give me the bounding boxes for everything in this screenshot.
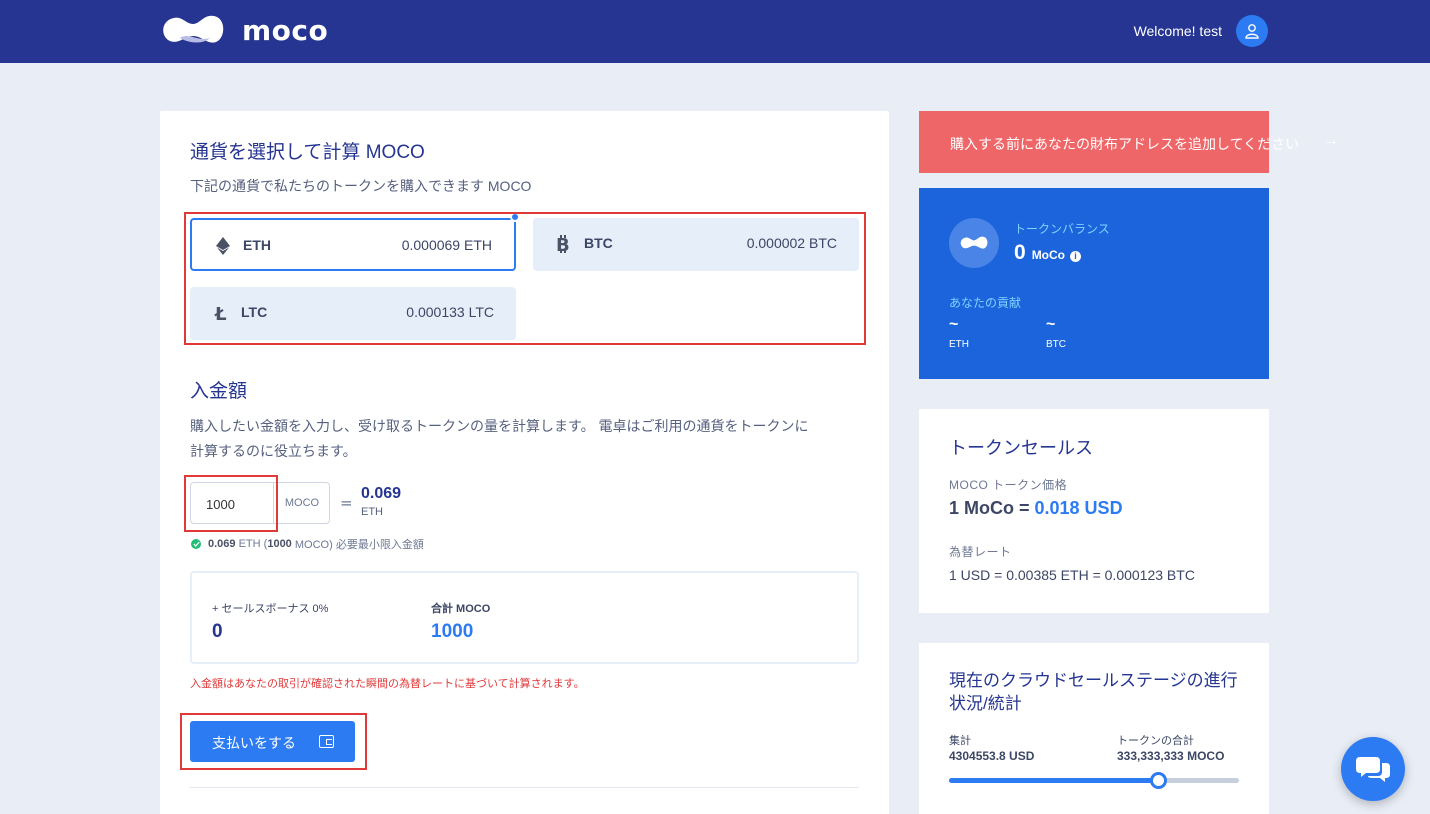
contribution-eth-currency: ETH xyxy=(949,339,969,350)
rate-notice: 入金額はあなたの取引が確認された瞬間の為替レートに基づいて計算されます。 xyxy=(190,678,585,690)
minimum-deposit-note: 0.069 ETH (1000 MOCO) 必要最小限入金額 xyxy=(191,536,424,552)
sale-title: トークンセールス xyxy=(949,438,1093,458)
divider xyxy=(190,787,859,788)
equals-sign: = xyxy=(340,494,353,512)
contribution-eth-value: ~ xyxy=(949,316,959,333)
min-suffix: MOCO) 必要最小限入金額 xyxy=(294,539,424,551)
brand-logo[interactable]: moco xyxy=(160,12,328,48)
balance-amount: 0 MoCo i xyxy=(1014,241,1082,265)
progress-knob[interactable] xyxy=(1149,772,1167,789)
user-icon xyxy=(1245,24,1259,39)
top-navbar: moco Welcome! test xyxy=(0,0,1430,63)
balance-label: トークンバランス xyxy=(1014,222,1110,236)
raised-value: 4304553.8 USD xyxy=(949,749,1035,763)
moco-logo-icon xyxy=(949,218,999,268)
balance-value: 0 xyxy=(1014,241,1026,264)
total-label: 合計 MOCO xyxy=(431,603,491,615)
contribution-btc-currency: BTC xyxy=(1046,339,1066,350)
progress-track xyxy=(949,772,1239,789)
token-price: 1 MoCo = 0.018 USD xyxy=(949,498,1123,519)
balance-unit: MoCo xyxy=(1031,248,1066,262)
token-balance-card: トークンバランス 0 MoCo i あなたの貢献 ~ ETH ~ BTC xyxy=(919,188,1269,379)
stage-title: 現在のクラウドセールステージの進行状況/統計 xyxy=(949,671,1238,713)
currency-section-subtitle: 下記の通貨で私たちのトークンを購入できます MOCO xyxy=(190,178,532,194)
converted-amount: 0.069 ETH xyxy=(361,485,401,518)
raised-label: 集計 xyxy=(949,735,971,747)
contribution-btc-value: ~ xyxy=(1046,316,1056,333)
contribution-label: あなたの貢献 xyxy=(949,296,1022,310)
highlight-coin-selection xyxy=(184,212,866,345)
rate-label: 為替レート xyxy=(949,545,1012,559)
bonus-value: 0 xyxy=(212,621,223,642)
total-value: 1000 xyxy=(431,621,474,642)
converted-currency: ETH xyxy=(361,506,383,518)
arrow-right-icon: → xyxy=(1323,132,1339,149)
bonus-label: + セールスボーナス 0% xyxy=(212,603,329,615)
crowdsale-stage-card: 現在のクラウドセールステージの進行状況/統計 集計 4304553.8 USD … xyxy=(919,643,1269,814)
user-avatar-icon[interactable] xyxy=(1236,15,1268,47)
alert-text: 購入する前にあなたの財布アドレスを追加してください xyxy=(950,136,1300,152)
highlight-pay-button xyxy=(180,713,367,770)
add-wallet-alert[interactable]: 購入する前にあなたの財布アドレスを追加してください → xyxy=(919,111,1339,173)
info-icon[interactable]: i xyxy=(1070,250,1082,262)
price-label: MOCO トークン価格 xyxy=(949,478,1068,492)
amount-description-line1: 購入したい金額を入力し、受け取るトークンの量を計算します。 電卓はご利用の通貨を… xyxy=(190,418,809,434)
check-icon xyxy=(191,539,201,549)
currency-section-title: 通貨を選択して計算 MOCO xyxy=(190,142,425,163)
token-sale-card: トークンセールス MOCO トークン価格 1 MoCo = 0.018 USD … xyxy=(919,409,1269,613)
user-menu[interactable]: Welcome! test xyxy=(1134,15,1268,47)
welcome-text: Welcome! test xyxy=(1133,23,1222,39)
min-value: 0.069 xyxy=(208,538,236,550)
highlight-amount-input xyxy=(184,475,278,532)
token-unit-label: MOCO xyxy=(273,483,330,523)
min-moco: 1000 xyxy=(267,538,292,550)
price-value: 0.018 USD xyxy=(1034,498,1123,518)
brand-name: moco xyxy=(242,13,329,47)
moco-logo-icon xyxy=(163,15,224,43)
progress-fill xyxy=(949,778,1158,783)
total-tokens-value: 333,333,333 MOCO xyxy=(1117,749,1225,763)
rate-value: 1 USD = 0.00385 ETH = 0.000123 BTC xyxy=(949,567,1195,583)
chat-button[interactable] xyxy=(1341,737,1405,801)
converted-value: 0.069 xyxy=(361,485,402,502)
total-tokens-label: トークンの合計 xyxy=(1117,735,1194,747)
price-prefix: 1 MoCo = xyxy=(949,498,1035,518)
amount-description-line2: 計算するのに役立ちます。 xyxy=(190,443,357,459)
chat-icon xyxy=(1356,757,1390,782)
min-currency: ETH ( xyxy=(238,538,268,550)
bonus-summary: + セールスボーナス 0% 0 合計 MOCO 1000 xyxy=(190,571,859,664)
amount-section-title: 入金額 xyxy=(190,381,248,402)
